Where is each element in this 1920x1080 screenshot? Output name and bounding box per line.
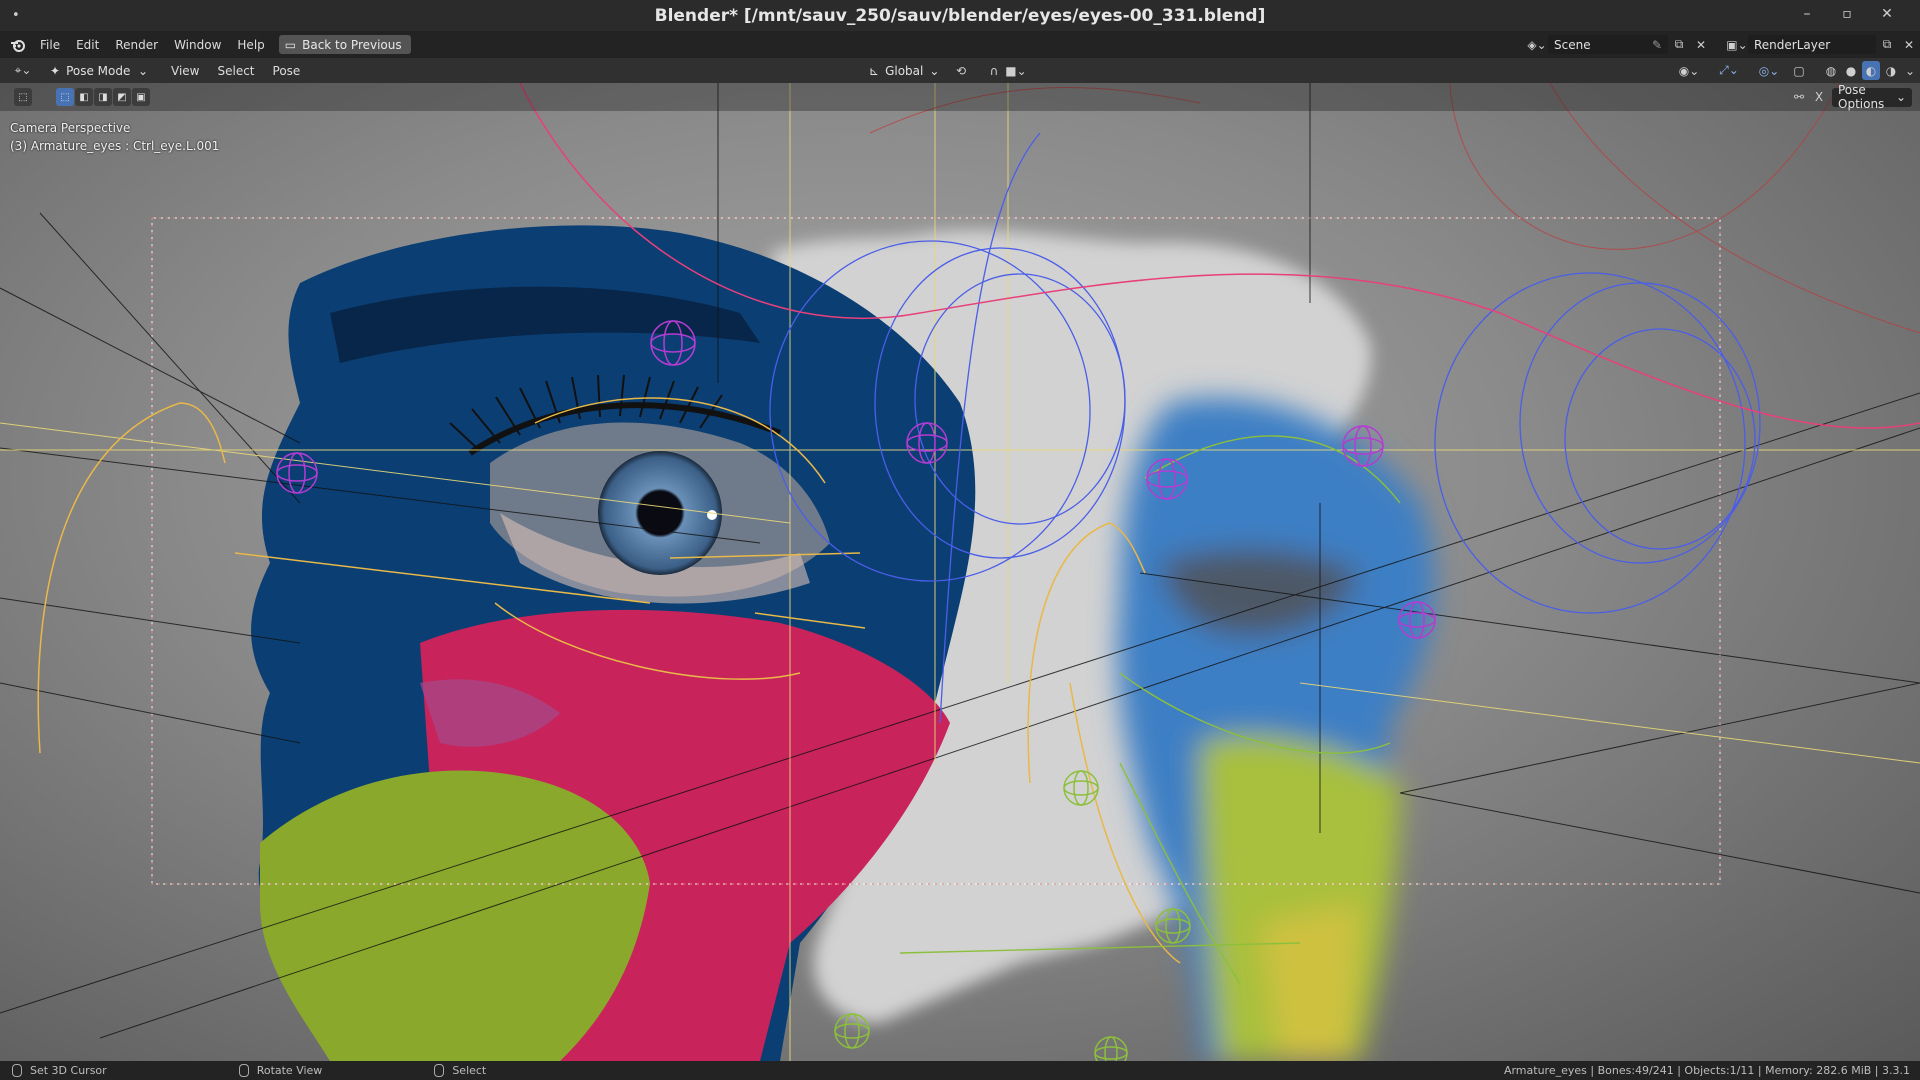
pose-mode-icon: ✦: [50, 63, 61, 78]
minimize-icon[interactable]: –: [1800, 6, 1814, 22]
window-menu-icon[interactable]: •: [12, 8, 20, 23]
window-title: Blender* [/mnt/sauv_250/sauv/blender/eye…: [654, 5, 1266, 26]
top-menu-bar: File Edit Render Window Help ▭ Back to P…: [0, 31, 1920, 58]
shading-options-icon[interactable]: ⌄: [1902, 61, 1918, 80]
select-invert-icon[interactable]: ◩: [113, 88, 131, 106]
back-to-previous-button[interactable]: ▭ Back to Previous: [278, 35, 411, 54]
pivot-point-icon[interactable]: ⟲: [950, 61, 972, 80]
viewport-scene: [0, 83, 1920, 1061]
render-layer-field[interactable]: RenderLayer: [1748, 35, 1876, 54]
delete-layer-icon[interactable]: ✕: [1898, 35, 1920, 54]
view-layer-icon[interactable]: ▣⌄: [1726, 35, 1748, 54]
viewport-info: Camera Perspective (3) Armature_eyes : C…: [10, 119, 219, 155]
solid-shading-icon[interactable]: ●: [1842, 61, 1860, 80]
scene-statistics: Armature_eyes | Bones:49/241 | Objects:1…: [1503, 1064, 1910, 1077]
orientation-icon: ⊾: [869, 63, 880, 78]
right-face-paint: [1117, 397, 1435, 1061]
select-subtract-icon[interactable]: ◨: [94, 88, 112, 106]
xray-icon[interactable]: ▢: [1788, 61, 1810, 80]
transform-orientation-dropdown[interactable]: ⊾ Global ⌄: [863, 61, 941, 80]
menu-help[interactable]: Help: [229, 38, 272, 52]
selection-mode-group: ⬚ ◧ ◨ ◩ ▣: [56, 88, 150, 106]
window-controls: – ▫ ✕: [1800, 6, 1894, 22]
mode-label: Pose Mode: [66, 63, 131, 78]
delete-scene-icon[interactable]: ✕: [1690, 35, 1712, 54]
hint-label: Rotate View: [256, 1064, 323, 1077]
scene-type-icon[interactable]: ◈⌄: [1526, 35, 1548, 54]
x-mirror-label[interactable]: X: [1808, 88, 1830, 107]
title-bar: • Blender* [/mnt/sauv_250/sauv/blender/e…: [0, 0, 1920, 31]
menu-pose[interactable]: Pose: [264, 64, 310, 78]
pose-options-label: Pose Options: [1838, 83, 1885, 111]
menu-file[interactable]: File: [32, 38, 68, 52]
select-intersect-icon[interactable]: ▣: [132, 88, 150, 106]
3d-viewport[interactable]: Camera Perspective (3) Armature_eyes : C…: [0, 83, 1920, 1061]
perspective-label: Camera Perspective: [10, 121, 131, 135]
back-screen-icon: ▭: [284, 37, 297, 52]
shading-modes: ◍ ● ◐ ◑: [1822, 61, 1900, 80]
menu-select[interactable]: Select: [208, 64, 263, 78]
pin-icon[interactable]: ✎: [1652, 38, 1662, 52]
scene-selector-block: ◈⌄ Scene ✎ ⧉ ✕ ▣⌄ RenderLayer ⧉ ✕: [1526, 31, 1920, 58]
hint-rotate-view: Rotate View: [238, 1064, 323, 1077]
gizmo-icon[interactable]: ⤢⌄: [1718, 61, 1740, 80]
proportional-edit-icon[interactable]: ■⌄: [1005, 61, 1027, 80]
hint-label: Select: [452, 1064, 487, 1077]
maximize-icon[interactable]: ▫: [1840, 6, 1854, 22]
back-to-previous-label: Back to Previous: [302, 37, 402, 52]
active-object-label: (3) Armature_eyes : Ctrl_eye.L.001: [10, 139, 220, 153]
chevron-down-icon: ⌄: [1895, 90, 1906, 104]
select-tool-icon[interactable]: ⬚: [14, 88, 32, 106]
chevron-down-icon: ⌄: [137, 63, 148, 78]
mouse-right-icon: [434, 1064, 445, 1077]
overlay-icon[interactable]: ◎⌄: [1758, 61, 1780, 80]
auto-normalize-icon[interactable]: ⚯: [1788, 88, 1810, 107]
material-shading-icon[interactable]: ◐: [1862, 61, 1880, 80]
mouse-middle-icon: [238, 1064, 249, 1077]
blender-logo-icon[interactable]: [10, 37, 26, 53]
hint-select: Select: [434, 1064, 486, 1077]
render-layer-name: RenderLayer: [1754, 37, 1831, 52]
orientation-label: Global: [885, 63, 924, 78]
pose-options-dropdown[interactable]: Pose Options ⌄: [1832, 83, 1912, 111]
chevron-down-icon: ⌄: [929, 63, 940, 78]
menu-view[interactable]: View: [162, 64, 208, 78]
scene-name-field[interactable]: Scene ✎: [1548, 35, 1668, 54]
mode-dropdown[interactable]: ✦ Pose Mode ⌄: [44, 61, 154, 80]
close-icon[interactable]: ✕: [1880, 6, 1894, 22]
visibility-icon[interactable]: ◉⌄: [1678, 61, 1700, 80]
menu-edit[interactable]: Edit: [68, 38, 107, 52]
viewport-header: ⌖⌄ ✦ Pose Mode ⌄ View Select Pose ⊾ Glob…: [0, 58, 1920, 83]
wireframe-shading-icon[interactable]: ◍: [1822, 61, 1840, 80]
rendered-shading-icon[interactable]: ◑: [1882, 61, 1900, 80]
snap-icon[interactable]: ∩: [983, 61, 1005, 80]
new-scene-icon[interactable]: ⧉: [1668, 35, 1690, 54]
editor-type-icon[interactable]: ⌖⌄: [8, 61, 38, 80]
hint-label: Set 3D Cursor: [30, 1064, 107, 1077]
tool-settings-row: ⬚ ⬚ ◧ ◨ ◩ ▣ ⚯ X Pose Options ⌄: [0, 83, 1920, 111]
mouse-left-icon: [12, 1064, 22, 1077]
scene-name: Scene: [1554, 37, 1591, 52]
status-bar: Set 3D Cursor Rotate View Select Armatur…: [0, 1061, 1920, 1080]
menu-render[interactable]: Render: [107, 38, 166, 52]
new-layer-icon[interactable]: ⧉: [1876, 35, 1898, 54]
menu-window[interactable]: Window: [166, 38, 229, 52]
hint-set-3d-cursor: Set 3D Cursor: [12, 1064, 107, 1077]
select-new-icon[interactable]: ⬚: [56, 88, 74, 106]
select-extend-icon[interactable]: ◧: [75, 88, 93, 106]
